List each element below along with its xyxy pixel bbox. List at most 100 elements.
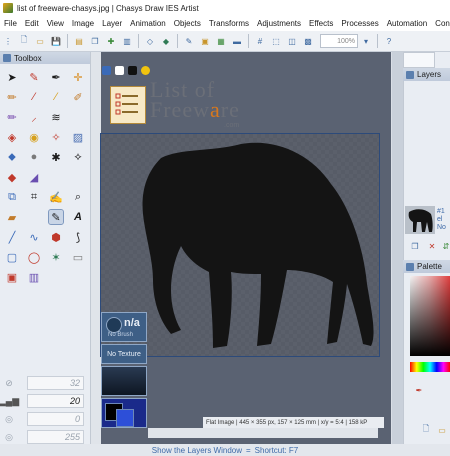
star-tool-icon[interactable]: ✶ bbox=[49, 250, 63, 264]
copy-icon[interactable]: ❐ bbox=[89, 35, 101, 47]
ruler-tool-icon[interactable]: ▰ bbox=[5, 210, 19, 224]
bucket-tool-icon[interactable]: ◉ bbox=[27, 130, 41, 144]
marker-tool-icon[interactable]: ✐ bbox=[71, 90, 85, 104]
screen-icon[interactable]: ▬ bbox=[231, 35, 243, 47]
clipboard-icon[interactable]: ▥ bbox=[121, 35, 133, 47]
gradient-brush-tool-icon[interactable]: ✏ bbox=[5, 110, 19, 124]
open-file-icon[interactable]: ▭ bbox=[34, 35, 46, 47]
smudge-tool-icon[interactable]: ⸝ bbox=[27, 110, 41, 124]
lasso-tool-icon[interactable]: ✎ bbox=[48, 209, 64, 225]
horizontal-scrollbar[interactable] bbox=[148, 428, 378, 438]
brush-yellow-tool-icon[interactable]: ⁄ bbox=[49, 90, 63, 104]
menu-objects[interactable]: Objects bbox=[170, 19, 205, 28]
eyedropper-tool-icon[interactable]: ✍ bbox=[49, 190, 63, 204]
menu-configure[interactable]: Configur bbox=[431, 19, 450, 28]
sparkle-tool-icon[interactable]: ✱ bbox=[49, 150, 63, 164]
shape-icon[interactable]: ◆ bbox=[160, 35, 172, 47]
new-file-icon[interactable]: 🗋 bbox=[18, 35, 30, 47]
texture-selector[interactable]: No Texture bbox=[101, 344, 147, 364]
menu-transforms[interactable]: Transforms bbox=[205, 19, 253, 28]
ellipse-tool-icon[interactable]: ◯ bbox=[27, 250, 41, 264]
help-icon[interactable]: ? bbox=[383, 35, 395, 47]
paste-icon[interactable]: ▤ bbox=[73, 35, 85, 47]
bars-tool-icon[interactable]: ▥ bbox=[27, 270, 41, 284]
palette-open-icon[interactable]: ▭ bbox=[436, 424, 448, 436]
clone-tool-icon[interactable]: ⟡ bbox=[71, 150, 85, 164]
wave-tool-icon[interactable]: ≋ bbox=[49, 110, 63, 124]
slideshow-icon[interactable]: ▣ bbox=[199, 35, 211, 47]
drop-tool-icon[interactable]: ⬥ bbox=[5, 150, 19, 164]
crosshair-tool-icon[interactable]: ✛ bbox=[71, 70, 85, 84]
menu-effects[interactable]: Effects bbox=[305, 19, 337, 28]
curve-tool-icon[interactable]: ∿ bbox=[27, 230, 41, 244]
secondary-color-swatch[interactable] bbox=[116, 409, 134, 427]
menu-edit[interactable]: Edit bbox=[21, 19, 43, 28]
magnifier-tool-icon[interactable]: ⌕ bbox=[71, 190, 85, 204]
diamond-icon[interactable]: ◇ bbox=[144, 35, 156, 47]
eraser-tool-icon[interactable]: ◢ bbox=[27, 170, 41, 184]
alert-icon[interactable] bbox=[141, 66, 150, 75]
rounded-rect-tool-icon[interactable]: ▭ bbox=[71, 250, 85, 264]
black-square-icon[interactable] bbox=[128, 66, 137, 75]
canvas-mode-icons bbox=[102, 66, 154, 75]
save-icon[interactable]: 💾 bbox=[50, 35, 62, 47]
blank-tool-icon bbox=[49, 170, 63, 184]
window-title: list of freeware-chasys.jpg | Chasys Dra… bbox=[17, 3, 199, 13]
stamp-tool-icon[interactable]: ✧ bbox=[49, 130, 63, 144]
zoom-dropdown-icon[interactable]: ▾ bbox=[360, 35, 372, 47]
menu-adjustments[interactable]: Adjustments bbox=[253, 19, 305, 28]
brush-size-field[interactable]: 32 bbox=[27, 376, 84, 390]
flow-field[interactable]: 255 bbox=[27, 430, 84, 444]
opacity-field[interactable]: 20 bbox=[27, 394, 84, 408]
text-tool-icon[interactable]: A bbox=[71, 210, 85, 224]
fill-tool-icon[interactable]: ◈ bbox=[5, 130, 19, 144]
pen-icon[interactable]: ✎ bbox=[183, 35, 195, 47]
pointer-tool-icon[interactable]: ➤ bbox=[5, 70, 19, 84]
layers-tab[interactable] bbox=[403, 52, 435, 68]
menu-image[interactable]: Image bbox=[68, 19, 98, 28]
white-square-icon[interactable] bbox=[115, 66, 124, 75]
menu-file[interactable]: File bbox=[0, 19, 21, 28]
menu-automation[interactable]: Automation bbox=[383, 19, 431, 28]
menu-view[interactable]: View bbox=[43, 19, 68, 28]
pattern-tool-icon[interactable]: ▨ bbox=[71, 130, 85, 144]
crop-tool-icon[interactable]: ⌗ bbox=[27, 190, 41, 204]
move-layer-icon[interactable]: ⇵ bbox=[440, 240, 450, 252]
brush-selector[interactable]: n/a No Brush bbox=[101, 312, 147, 342]
brush-red-tool-icon[interactable]: ⁄ bbox=[27, 90, 41, 104]
image-icon[interactable]: ▦ bbox=[215, 35, 227, 47]
menu-processes[interactable]: Processes bbox=[337, 19, 382, 28]
line-tool-icon[interactable]: ╱ bbox=[5, 230, 19, 244]
color-picker-area[interactable] bbox=[410, 276, 450, 356]
palette-new-icon[interactable]: 🗋 bbox=[420, 424, 432, 436]
hue-slider[interactable] bbox=[410, 362, 450, 372]
new-layer-icon[interactable]: ✚ bbox=[105, 35, 117, 47]
polygon-tool-icon[interactable]: ⬢ bbox=[49, 230, 63, 244]
landscape-icon[interactable] bbox=[102, 66, 111, 75]
pencil-tool-icon[interactable]: ✎ bbox=[27, 70, 41, 84]
zoom-field[interactable]: 100% bbox=[320, 34, 358, 48]
transform-tool-icon[interactable]: ⧉ bbox=[5, 190, 19, 204]
menu-animation[interactable]: Animation bbox=[126, 19, 170, 28]
panel-splitter[interactable] bbox=[392, 52, 403, 444]
color-cube-tool-icon[interactable]: ▣ bbox=[5, 270, 19, 284]
color-swatch-selector[interactable] bbox=[101, 398, 147, 428]
fit-window-icon[interactable]: ◫ bbox=[286, 35, 298, 47]
grid-icon[interactable]: # bbox=[254, 35, 266, 47]
gradient-selector[interactable] bbox=[101, 366, 147, 396]
copy-layer-icon[interactable]: ❐ bbox=[409, 240, 421, 252]
delete-layer-icon[interactable]: ✕ bbox=[426, 240, 438, 252]
rectangle-tool-icon[interactable]: ▢ bbox=[5, 250, 19, 264]
blur-tool-icon[interactable]: ● bbox=[27, 150, 41, 164]
shapes-tool-icon[interactable]: ◆ bbox=[5, 170, 19, 184]
color-dropper-icon[interactable]: ✒ bbox=[413, 384, 425, 396]
path-tool-icon[interactable]: ⟆ bbox=[71, 230, 85, 244]
fullscreen-icon[interactable]: ▩ bbox=[302, 35, 314, 47]
selection-icon[interactable]: ⬚ bbox=[270, 35, 282, 47]
hardness-field[interactable]: 0 bbox=[27, 412, 84, 426]
layer-thumbnail[interactable] bbox=[405, 206, 435, 234]
logo-wordmark: List of Freeware bbox=[150, 79, 240, 121]
paintbrush-tool-icon[interactable]: ✏ bbox=[5, 90, 19, 104]
airbrush-tool-icon[interactable]: ✒ bbox=[49, 70, 63, 84]
menu-layer[interactable]: Layer bbox=[98, 19, 126, 28]
